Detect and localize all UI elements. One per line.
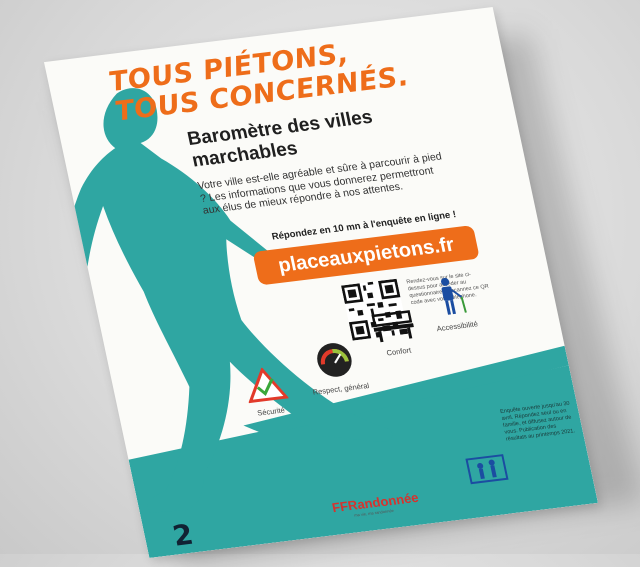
criterion-label: Accessibilité	[435, 319, 479, 334]
rue-avenir-logo-icon	[465, 454, 509, 485]
logo-deux-pieds: 2	[168, 516, 209, 554]
criterion-comfort: Confort	[371, 309, 420, 358]
bench-icon	[371, 310, 414, 343]
criterion-respect: Respect, général	[303, 338, 370, 397]
elderly-walker-icon	[440, 277, 467, 315]
check-triangle-icon	[248, 366, 290, 404]
criterion-label: Confort	[385, 345, 412, 358]
speedometer-icon	[317, 343, 352, 377]
svg-text:2: 2	[170, 518, 196, 550]
deux-pieds-logo-icon: 2	[170, 518, 196, 553]
